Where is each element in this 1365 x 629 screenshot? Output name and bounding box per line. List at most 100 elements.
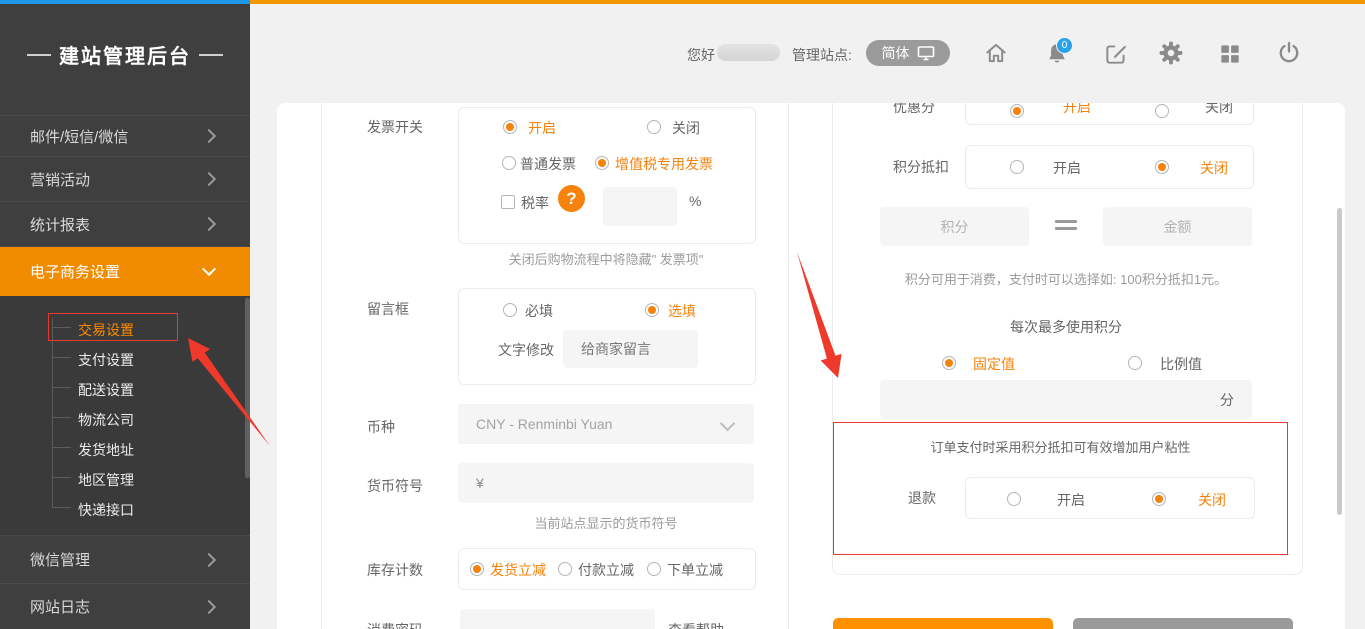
message-text-input[interactable]: 给商家留言 [563, 330, 698, 368]
submenu-item-shipping-address[interactable]: 发货地址 [78, 440, 134, 460]
stock-order-radio[interactable] [647, 562, 661, 576]
sidebar-item-label: 邮件/短信/微信 [30, 126, 128, 147]
settings-gear-icon[interactable] [1158, 40, 1184, 66]
chevron-right-icon [202, 217, 216, 231]
power-logout-icon[interactable] [1276, 40, 1302, 66]
apps-grid-icon[interactable] [1217, 41, 1243, 67]
stock-ship-label[interactable]: 发货立减 [490, 560, 546, 580]
deduct-off-label[interactable]: 关闭 [1200, 158, 1228, 178]
points-input[interactable]: 积分 [880, 207, 1029, 246]
equals-sign [1055, 227, 1077, 230]
deduct-on-radio[interactable] [1010, 160, 1024, 174]
monitor-icon [917, 45, 935, 61]
refund-on-label[interactable]: 开启 [1057, 490, 1085, 510]
tax-help-icon[interactable]: ? [558, 185, 585, 212]
bonus-off-radio[interactable] [1155, 104, 1169, 118]
max-points-input[interactable]: 分 [880, 380, 1252, 419]
chevron-down-icon [202, 261, 216, 275]
vat-invoice-radio[interactable] [595, 156, 609, 170]
ecommerce-submenu: 交易设置 支付设置 配送设置 物流公司 发货地址 地区管理 快递接口 [0, 296, 250, 535]
stock-pay-radio[interactable] [558, 562, 572, 576]
sidebar-item-site-log[interactable]: 网站日志 [0, 583, 250, 629]
stock-pay-label[interactable]: 付款立减 [578, 560, 634, 580]
app-title-text: 建站管理后台 [59, 40, 191, 69]
fixed-value-radio[interactable] [942, 356, 956, 370]
save-button[interactable] [833, 618, 1053, 629]
points-usage-hint: 积分可用于消费，支付时可以选择如: 100积分抵扣1元。 [863, 269, 1269, 288]
sidebar-item-mail-sms-wechat[interactable]: 邮件/短信/微信 [0, 115, 250, 156]
sidebar-scrollbar-thumb[interactable] [245, 298, 250, 478]
bonus-off-label[interactable]: 关闭 [1205, 103, 1233, 117]
greeting-text: 您好 [687, 45, 715, 65]
tax-rate-checkbox[interactable] [501, 195, 515, 209]
edit-icon[interactable] [1103, 41, 1129, 67]
sidebar-item-ecommerce-settings[interactable]: 电子商务设置 [0, 246, 250, 296]
submenu-item-trade-settings[interactable]: 交易设置 [78, 320, 134, 340]
sidebar-item-wechat-management[interactable]: 微信管理 [0, 535, 250, 583]
sidebar-item-label: 统计报表 [30, 214, 90, 235]
cancel-button[interactable] [1073, 618, 1293, 629]
sidebar-item-marketing[interactable]: 营销活动 [0, 156, 250, 201]
currency-select[interactable]: CNY - Renminbi Yuan [458, 404, 754, 444]
tree-tick [52, 357, 71, 358]
invoice-on-radio[interactable] [503, 120, 517, 134]
normal-invoice-radio[interactable] [502, 156, 516, 170]
ratio-value-radio[interactable] [1128, 356, 1142, 370]
vat-invoice-label[interactable]: 增值税专用发票 [615, 154, 713, 174]
submenu-item-logistics-company[interactable]: 物流公司 [78, 410, 134, 430]
view-help-link[interactable]: 查看帮助 [668, 620, 724, 629]
chevron-right-icon [202, 129, 216, 143]
submenu-item-delivery-settings[interactable]: 配送设置 [78, 380, 134, 400]
currency-symbol-hint: 当前站点显示的货币符号 [458, 513, 754, 532]
message-optional-radio[interactable] [645, 303, 659, 317]
deduct-off-radio[interactable] [1155, 160, 1169, 174]
content-panel: 发票开关 开启 关闭 普通发票 增值税专用发票 税率 ? % 关闭后购物流程中将… [277, 103, 1345, 629]
invoice-on-label[interactable]: 开启 [528, 118, 556, 138]
currency-symbol-input[interactable]: ¥ [458, 463, 754, 503]
message-required-label[interactable]: 必填 [525, 301, 553, 321]
message-required-radio[interactable] [503, 303, 517, 317]
refund-on-radio[interactable] [1007, 492, 1021, 506]
consume-password-input[interactable] [460, 609, 655, 629]
app-title: 建站管理后台 [0, 40, 250, 69]
normal-invoice-label[interactable]: 普通发票 [520, 154, 576, 174]
invoice-off-label[interactable]: 关闭 [672, 118, 700, 138]
refund-off-label[interactable]: 关闭 [1198, 490, 1226, 510]
tax-rate-input[interactable] [603, 187, 677, 226]
home-icon[interactable] [983, 40, 1009, 66]
invoice-off-radio[interactable] [647, 120, 661, 134]
content-scrollbar-thumb[interactable] [1337, 208, 1342, 515]
consume-password-label: 消费密码 [367, 620, 423, 629]
tree-tick [52, 507, 71, 508]
tax-rate-label[interactable]: 税率 [521, 193, 549, 213]
stock-ship-radio[interactable] [470, 562, 484, 576]
submenu-item-express-api[interactable]: 快递接口 [78, 500, 134, 520]
submenu-item-region-management[interactable]: 地区管理 [78, 470, 134, 490]
refund-off-radio[interactable] [1152, 492, 1166, 506]
message-optional-label[interactable]: 选填 [668, 301, 696, 321]
language-view-button[interactable]: 简体 [866, 40, 950, 66]
bonus-on-radio[interactable] [1010, 104, 1024, 118]
submenu-item-payment-settings[interactable]: 支付设置 [78, 350, 134, 370]
sidebar: 建站管理后台 邮件/短信/微信 营销活动 统计报表 电子商务设置 [0, 0, 250, 629]
header-top-accent [250, 0, 1365, 4]
ratio-value-label[interactable]: 比例值 [1160, 354, 1202, 374]
tree-tick [52, 387, 71, 388]
tree-tick [52, 417, 71, 418]
tree-tick [52, 477, 71, 478]
max-points-label: 每次最多使用积分 [880, 317, 1252, 337]
sidebar-item-statistics[interactable]: 统计报表 [0, 201, 250, 246]
deduct-on-label[interactable]: 开启 [1053, 158, 1081, 178]
amount-input[interactable]: 金额 [1103, 207, 1252, 246]
language-label: 简体 [882, 43, 910, 63]
bonus-on-label[interactable]: 开启 [1063, 103, 1091, 117]
sidebar-item-label: 电子商务设置 [30, 261, 120, 282]
invoice-switch-label: 发票开关 [367, 117, 423, 137]
stock-count-label: 库存计数 [367, 560, 423, 580]
submenu-tree-line [52, 318, 53, 508]
stock-order-label[interactable]: 下单立减 [667, 560, 723, 580]
chevron-right-icon [202, 172, 216, 186]
sidebar-item-label: 网站日志 [30, 596, 90, 617]
fixed-value-label[interactable]: 固定值 [973, 354, 1015, 374]
title-dash-left [27, 54, 51, 56]
